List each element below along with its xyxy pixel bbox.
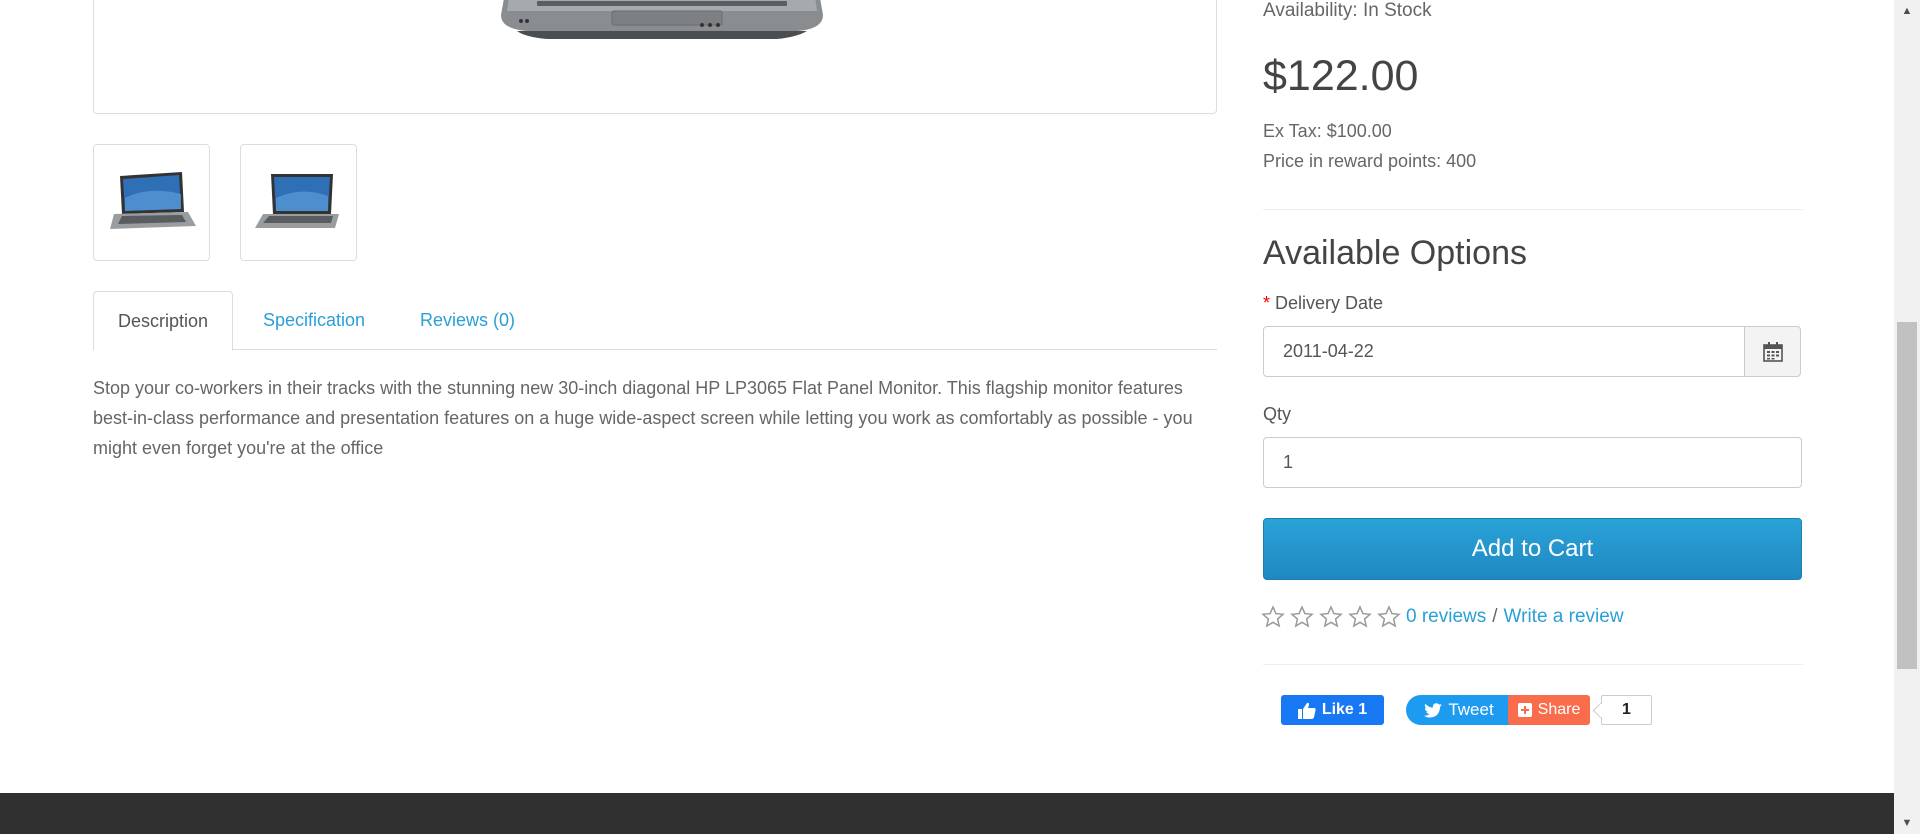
tab-specification[interactable]: Specification [239,291,389,350]
product-price: $122.00 [1263,52,1419,100]
ex-tax-price: Ex Tax: $100.00 [1263,121,1392,141]
tweet-label: Tweet [1448,700,1494,719]
twitter-bird-icon [1424,702,1443,717]
product-main-image[interactable] [93,0,1217,114]
star-empty-icon [1319,605,1343,628]
link-separator: / [1492,606,1498,627]
share-count-badge: 1 [1601,695,1652,725]
product-description: Stop your co-workers in their tracks wit… [93,378,1193,458]
product-thumbnail-2[interactable] [240,144,357,261]
divider [1263,664,1803,665]
laptop-thumbnail-image [110,171,196,229]
add-to-cart-button[interactable]: Add to Cart [1263,518,1802,580]
facebook-like-button[interactable]: Like 1 [1281,695,1384,725]
share-label: Share [1537,701,1581,718]
star-empty-icon [1377,605,1401,628]
reward-points: Price in reward points: 400 [1263,151,1477,171]
delivery-date-label: * Delivery Date [1263,293,1383,314]
rating-row: 0 reviews / Write a review [1261,605,1624,629]
laptop-thumbnail-image [255,173,339,228]
laptop-image [501,0,823,39]
delivery-date-input[interactable]: 2011-04-22 [1263,326,1745,377]
availability-status: Availability: In Stock [1263,0,1432,21]
divider [1263,209,1803,210]
qty-label: Qty [1263,404,1292,424]
calendar-button[interactable] [1744,326,1801,377]
tab-reviews[interactable]: Reviews (0) [396,291,539,350]
star-empty-icon [1348,605,1372,628]
page-footer [0,793,1894,834]
reviews-count-link[interactable]: 0 reviews [1406,606,1486,628]
scroll-up-arrow-icon[interactable]: ▲ [1894,0,1920,22]
star-empty-icon [1261,605,1285,628]
write-review-link[interactable]: Write a review [1504,606,1624,628]
tab-description[interactable]: Description [93,291,234,351]
product-tabs: Description Specification Reviews (0) [93,291,1217,351]
product-thumbnail-1[interactable] [93,144,210,261]
required-marker: * [1263,293,1271,313]
thumbs-up-icon [1297,702,1316,719]
tweet-button[interactable]: Tweet [1406,695,1512,725]
vertical-scrollbar[interactable]: ▲ ▼ [1894,0,1920,834]
share-button[interactable]: Share [1508,695,1590,725]
delivery-date-label-text: Delivery Date [1275,293,1384,313]
scrollbar-thumb[interactable] [1897,322,1917,669]
like-label: Like 1 [1321,701,1368,718]
plus-square-icon [1517,703,1532,717]
qty-input[interactable]: 1 [1263,437,1802,488]
options-title: Available Options [1263,234,1527,272]
star-empty-icon [1290,605,1314,628]
scroll-down-arrow-icon[interactable]: ▼ [1894,812,1920,834]
calendar-icon [1762,341,1783,362]
